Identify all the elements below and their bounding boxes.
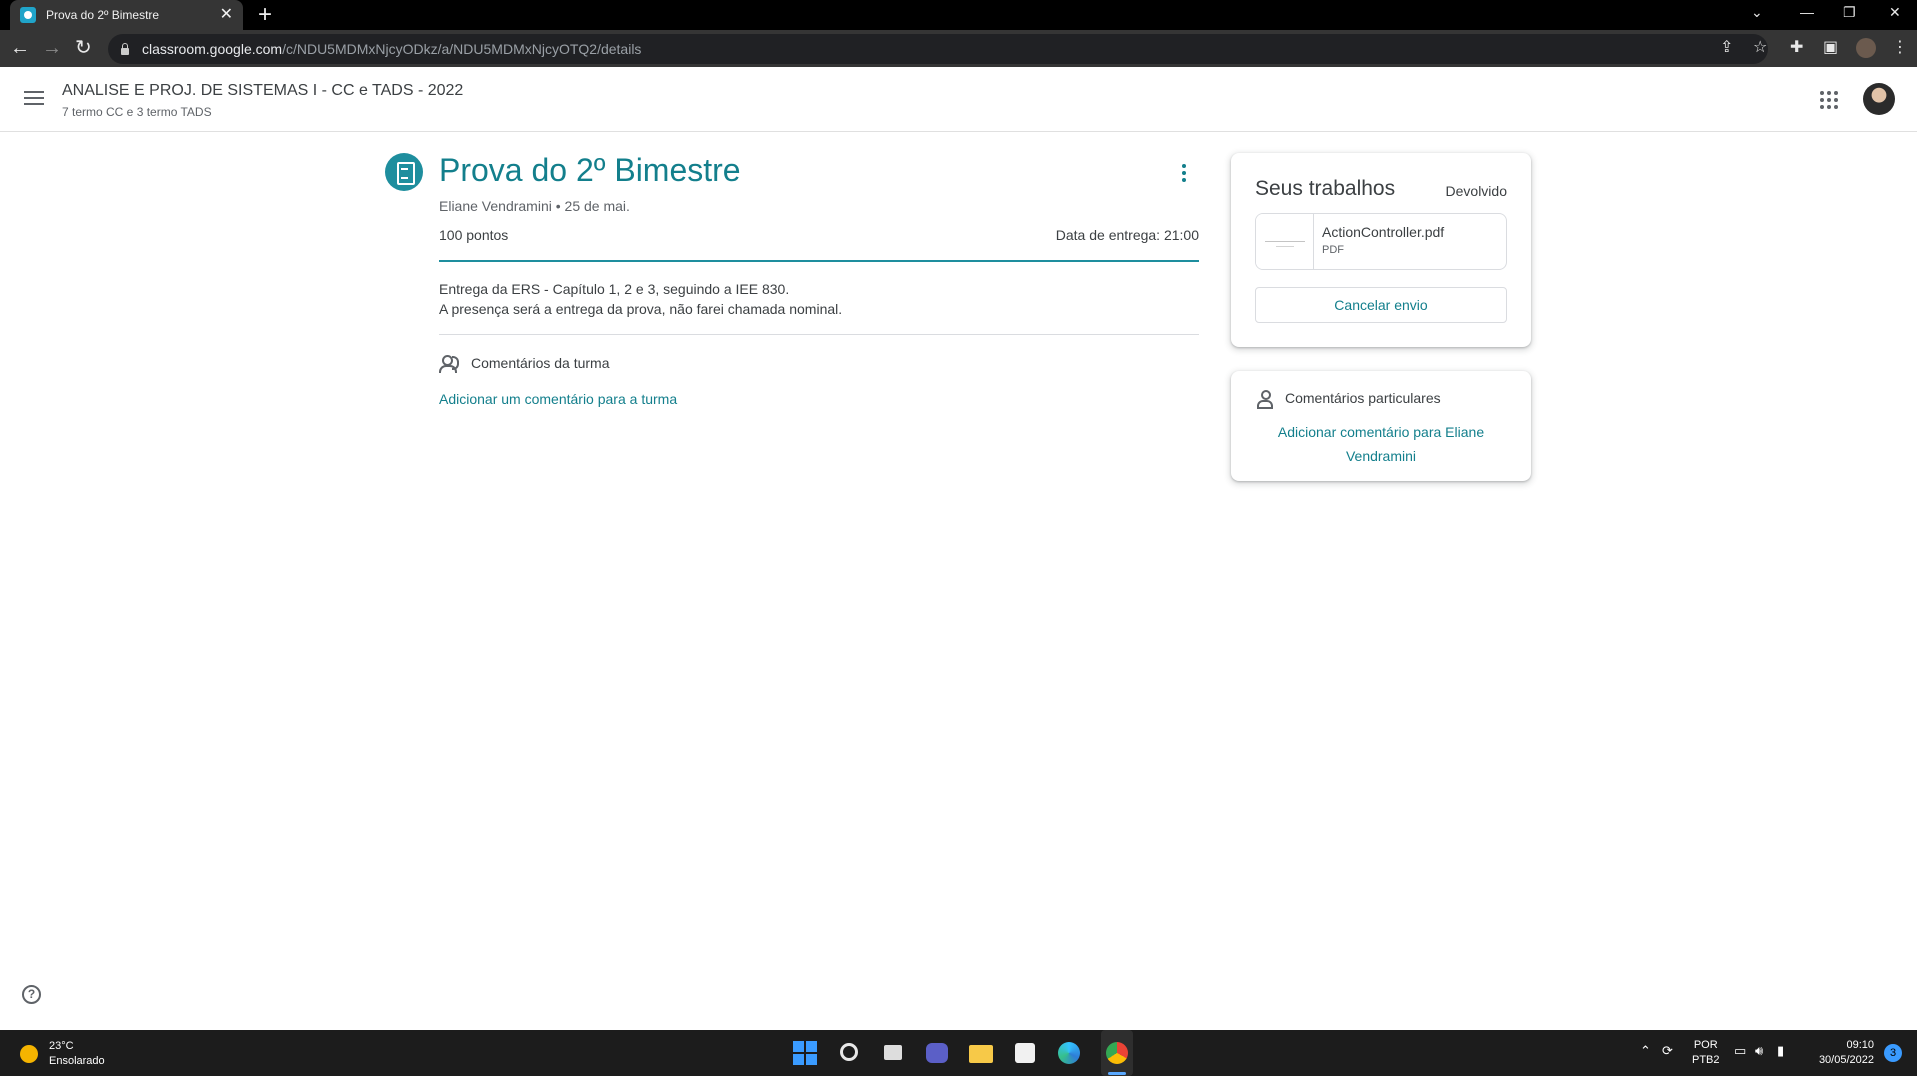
volume-icon[interactable]: 🔊︎	[1755, 1044, 1763, 1058]
add-private-comment-link[interactable]: Adicionar comentário para Eliane Vendram…	[1255, 420, 1507, 468]
search-icon[interactable]	[840, 1043, 858, 1061]
description-divider	[439, 334, 1199, 335]
assignment-due-date: Data de entrega: 21:00	[1055, 227, 1199, 243]
show-hidden-icons-chevron-icon[interactable]: ⌃	[1640, 1044, 1651, 1058]
tab-title: Prova do 2º Bimestre	[46, 8, 160, 22]
teams-chat-icon[interactable]	[926, 1043, 948, 1063]
keyboard-layout: PTB2	[1692, 1054, 1720, 1066]
assignment-points: 100 pontos	[439, 227, 509, 243]
attachment-type: PDF	[1322, 244, 1344, 256]
attachment-info: ActionController.pdf PDF	[1314, 214, 1452, 269]
private-comments-header: Comentários particulares	[1257, 390, 1441, 409]
course-title[interactable]: ANALISE E PROJ. DE SISTEMAS I - CC e TAD…	[62, 82, 463, 100]
browser-tab-bar: Prova do 2º Bimestre ✕ + ⌄ — ❐ ✕	[0, 0, 1917, 30]
pdf-thumbnail	[1256, 214, 1314, 269]
weather-description[interactable]: Ensolarado	[49, 1055, 105, 1067]
side-panel-icon[interactable]: ▣	[1823, 39, 1838, 57]
network-icon[interactable]: ▭	[1734, 1044, 1746, 1058]
browser-toolbar: ← → ↻ classroom.google.com/c/NDU5MDMxNjc…	[0, 30, 1917, 67]
course-subtitle: 7 termo CC e 3 termo TADS	[62, 105, 212, 119]
tab-search-chevron-icon[interactable]: ⌄	[1751, 4, 1763, 21]
people-icon	[439, 354, 461, 373]
clock-time: 09:10	[1846, 1039, 1874, 1051]
task-view-icon[interactable]	[884, 1045, 902, 1060]
bookmark-star-icon[interactable]: ☆	[1753, 39, 1767, 57]
google-apps-icon[interactable]	[1820, 91, 1838, 109]
profile-avatar[interactable]	[1856, 38, 1876, 58]
lock-icon[interactable]	[120, 43, 130, 55]
browser-menu-icon[interactable]: ⋮	[1892, 39, 1908, 57]
browser-tab-active[interactable]: Prova do 2º Bimestre ✕	[10, 0, 243, 30]
restore-icon[interactable]: ❐	[1843, 4, 1856, 21]
more-options-icon[interactable]	[1181, 164, 1187, 182]
your-work-title: Seus trabalhos	[1255, 177, 1396, 200]
reload-icon[interactable]: ↻	[75, 37, 92, 59]
classroom-header: ANALISE E PROJ. DE SISTEMAS I - CC e TAD…	[0, 67, 1917, 132]
chrome-browser-icon[interactable]	[1106, 1042, 1128, 1064]
forward-arrow-icon[interactable]: →	[42, 37, 62, 59]
cancel-submission-button[interactable]: Cancelar envio	[1255, 287, 1507, 323]
work-status-badge: Devolvido	[1445, 183, 1507, 199]
attachment-file[interactable]: ActionController.pdf PDF	[1255, 213, 1507, 270]
private-comments-label: Comentários particulares	[1285, 390, 1441, 406]
system-clock[interactable]: 09:10 30/05/2022	[1796, 1038, 1874, 1068]
minimize-icon[interactable]: —	[1800, 4, 1814, 20]
battery-icon[interactable]: ▮	[1777, 1044, 1784, 1058]
language-code: POR	[1693, 1039, 1718, 1051]
weather-temperature[interactable]: 23°C	[49, 1040, 74, 1052]
tab-close-icon[interactable]: ✕	[220, 7, 233, 23]
assignment-icon	[385, 153, 423, 191]
sun-icon[interactable]	[20, 1045, 38, 1063]
microsoft-store-icon[interactable]	[1015, 1043, 1035, 1063]
sync-icon[interactable]: ⟳	[1662, 1044, 1673, 1058]
title-divider	[439, 260, 1199, 262]
assignment-meta: Eliane Vendramini • 25 de mai.	[439, 198, 630, 214]
share-icon[interactable]: ⇪	[1720, 39, 1733, 57]
help-icon[interactable]: ?	[22, 985, 41, 1004]
add-class-comment-link[interactable]: Adicionar um comentário para a turma	[439, 391, 677, 407]
url-host: classroom.google.com	[142, 41, 283, 57]
windows-taskbar: 23°C Ensolarado ⌃ ⟳ POR PTB2 ▭ 🔊︎ ▮ 09:1…	[0, 1030, 1917, 1076]
extensions-icon[interactable]: ✚	[1790, 39, 1803, 57]
url-path: /c/NDU5MDMxNjcyODkz/a/NDU5MDMxNjcyOTQ2/d…	[282, 41, 642, 57]
new-tab-button[interactable]: +	[258, 3, 272, 27]
active-app-indicator	[1108, 1072, 1126, 1075]
menu-icon[interactable]	[24, 91, 44, 105]
class-comments-header: Comentários da turma	[439, 354, 610, 373]
language-indicator[interactable]: POR PTB2	[1692, 1038, 1720, 1068]
clock-date: 30/05/2022	[1818, 1054, 1874, 1066]
back-arrow-icon[interactable]: ←	[10, 37, 30, 59]
address-bar[interactable]: classroom.google.com/c/NDU5MDMxNjcyODkz/…	[108, 34, 1768, 64]
person-icon	[1257, 390, 1273, 409]
description-line: Entrega da ERS - Capítulo 1, 2 e 3, segu…	[439, 281, 790, 297]
classroom-favicon-icon	[20, 7, 36, 23]
file-explorer-icon[interactable]	[969, 1045, 993, 1063]
close-window-icon[interactable]: ✕	[1889, 4, 1901, 21]
private-comments-card: Comentários particulares Adicionar comen…	[1231, 371, 1531, 481]
assignment-title: Prova do 2º Bimestre	[439, 152, 741, 188]
edge-browser-icon[interactable]	[1058, 1042, 1080, 1064]
description-line: A presença será a entrega da prova, não …	[439, 301, 843, 317]
attachment-name: ActionController.pdf	[1322, 224, 1445, 240]
assignment-description: Entrega da ERS - Capítulo 1, 2 e 3, segu…	[439, 279, 842, 319]
user-avatar[interactable]	[1863, 83, 1895, 115]
class-comments-label: Comentários da turma	[471, 355, 610, 371]
your-work-card: Seus trabalhos Devolvido ActionControlle…	[1231, 153, 1531, 347]
windows-start-icon[interactable]	[793, 1041, 817, 1065]
notification-badge[interactable]: 3	[1884, 1044, 1902, 1062]
